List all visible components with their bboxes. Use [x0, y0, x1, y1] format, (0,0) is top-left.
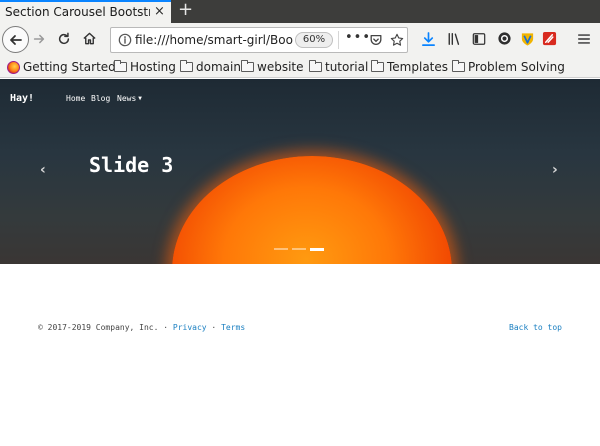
folder-icon — [371, 60, 384, 72]
folder-icon — [452, 60, 465, 72]
hero-carousel: Hay! Home Blog News ▼ Slide 3 ‹ › — [0, 79, 600, 264]
carousel-indicator-1[interactable] — [274, 248, 288, 250]
site-footer: © 2017-2019 Company, Inc. · Privacy · Te… — [0, 323, 600, 339]
carousel-indicator-3[interactable] — [310, 247, 324, 251]
bookmark-label: website — [257, 60, 304, 74]
zoom-level-badge[interactable]: 60% — [295, 32, 333, 48]
bookmark-problem-solving[interactable]: Problem Solving — [452, 59, 565, 75]
terms-link[interactable]: Terms — [221, 323, 245, 332]
url-bar[interactable]: file:///home/smart-girl/Bootstrap 60% ••… — [110, 27, 408, 53]
sidebar-icon[interactable] — [472, 32, 486, 46]
bookmark-getting-started[interactable]: Getting Started — [7, 59, 116, 75]
nav-link-home[interactable]: Home — [66, 94, 85, 103]
bookmark-tutorial[interactable]: tutorial — [309, 59, 368, 75]
bookmark-star-icon[interactable] — [390, 33, 404, 47]
footer-separator: · — [211, 323, 217, 332]
back-button[interactable] — [2, 26, 29, 53]
bookmark-templates[interactable]: Templates — [371, 59, 448, 75]
back-to-top-link[interactable]: Back to top — [509, 323, 562, 332]
carousel-next-icon[interactable]: › — [552, 162, 558, 178]
nav-link-blog[interactable]: Blog — [91, 94, 110, 103]
url-divider — [338, 31, 339, 49]
bookmark-domain[interactable]: domain — [180, 59, 241, 75]
folder-icon — [309, 60, 322, 72]
nav-link-news: News — [117, 94, 137, 103]
url-text[interactable]: file:///home/smart-girl/Bootstrap — [135, 33, 293, 47]
nav-toolbar: file:///home/smart-girl/Bootstrap 60% ••… — [0, 23, 600, 56]
site-brand[interactable]: Hay! — [10, 93, 34, 104]
page-viewport: Hay! Home Blog News ▼ Slide 3 ‹ › © 2017-… — [0, 79, 600, 446]
new-tab-button[interactable]: + — [178, 0, 193, 20]
tab-active[interactable]: Section Carousel Bootstrap × — [0, 0, 171, 23]
bookmarks-toolbar: Getting Started Hosting domain website t… — [0, 56, 600, 78]
bookmark-hosting[interactable]: Hosting — [114, 59, 176, 75]
copyright-text: © 2017-2019 Company, Inc. · — [38, 323, 169, 332]
reload-icon[interactable] — [57, 32, 71, 46]
library-icon[interactable] — [447, 32, 462, 46]
bookmark-label: Templates — [387, 60, 449, 74]
back-arrow-icon — [10, 35, 22, 45]
bookmark-label: Problem Solving — [468, 60, 565, 74]
folder-icon — [114, 60, 127, 72]
page-actions-icon[interactable]: ••• — [345, 30, 371, 45]
close-tab-icon[interactable]: × — [154, 4, 165, 19]
extension-dark-icon[interactable] — [497, 31, 512, 46]
footer-copyright: © 2017-2019 Company, Inc. · Privacy · Te… — [38, 323, 245, 332]
home-icon[interactable] — [82, 31, 97, 46]
extension-shield-icon[interactable] — [520, 31, 535, 47]
slide-caption: Slide 3 — [89, 153, 174, 177]
carousel-indicator-2[interactable] — [292, 248, 306, 250]
firefox-icon — [7, 60, 20, 74]
info-icon[interactable] — [118, 33, 132, 47]
tab-strip: Section Carousel Bootstrap × + — [0, 0, 600, 23]
bookmark-label: Hosting — [130, 60, 176, 74]
bookmark-label: domain — [196, 60, 241, 74]
site-navbar: Hay! Home Blog News ▼ — [0, 79, 600, 117]
extension-red-icon[interactable] — [542, 31, 557, 46]
folder-icon — [180, 60, 193, 72]
downloads-icon[interactable] — [421, 31, 436, 47]
bookmark-website[interactable]: website — [241, 59, 304, 75]
tab-title: Section Carousel Bootstrap — [5, 5, 150, 19]
privacy-link[interactable]: Privacy — [173, 323, 207, 332]
bookmark-label: tutorial — [325, 60, 369, 74]
bookmark-label: Getting Started — [23, 60, 116, 74]
nav-dropdown-news[interactable]: News ▼ — [117, 94, 142, 103]
menu-icon[interactable] — [577, 32, 591, 46]
pocket-icon[interactable] — [369, 33, 383, 47]
forward-arrow-icon[interactable] — [32, 32, 46, 46]
folder-icon — [241, 60, 254, 72]
carousel-prev-icon[interactable]: ‹ — [40, 162, 46, 178]
caret-down-icon: ▼ — [138, 95, 142, 102]
